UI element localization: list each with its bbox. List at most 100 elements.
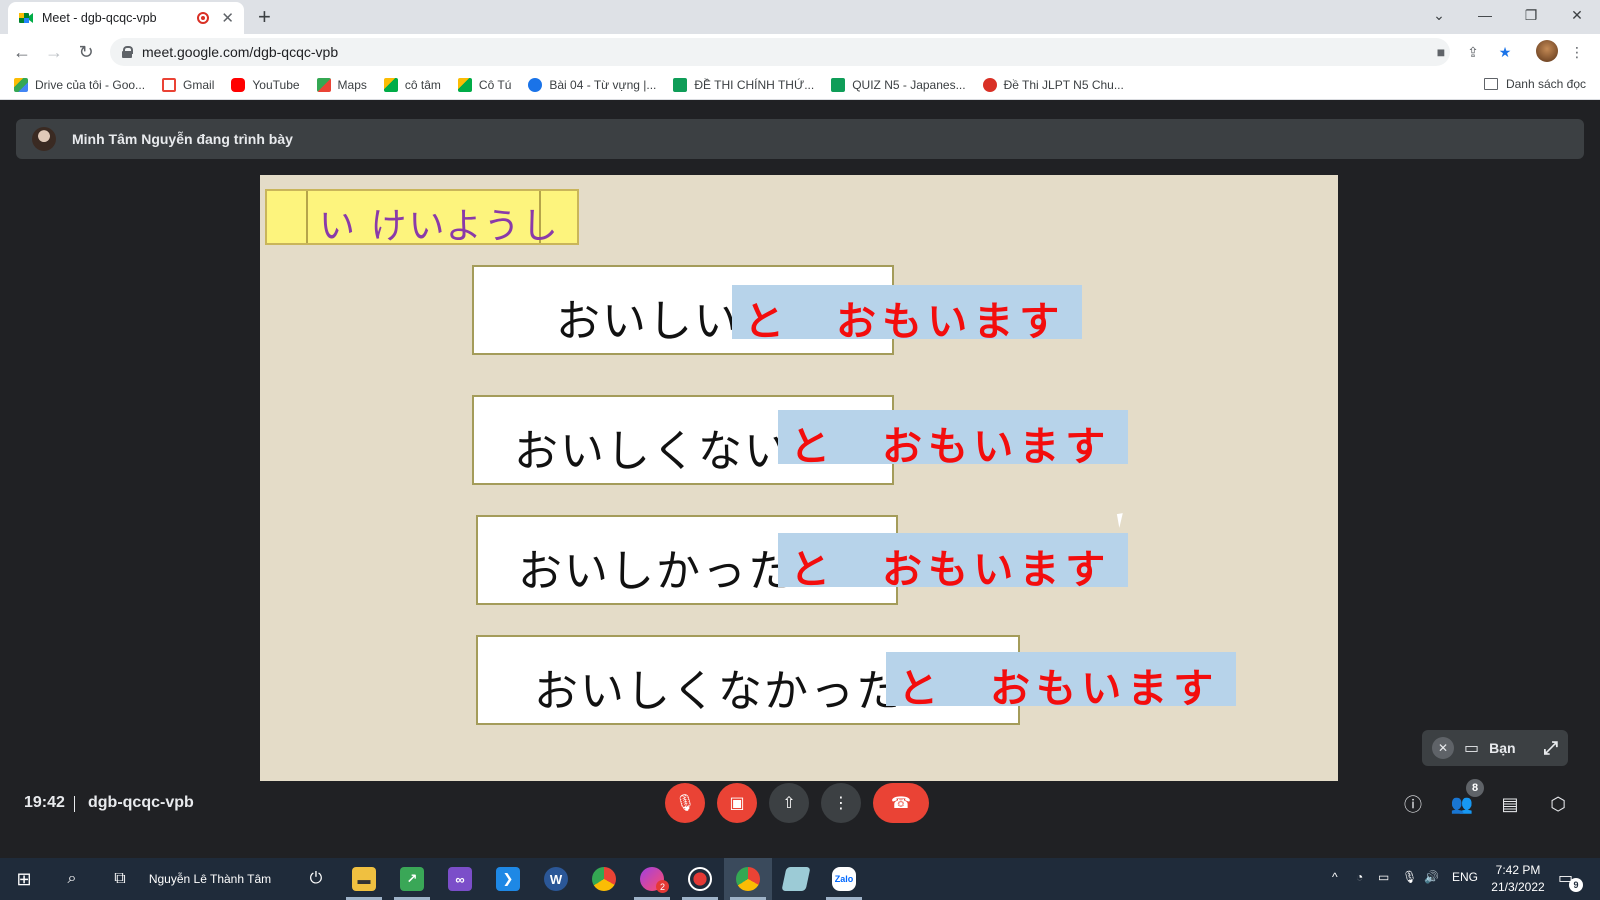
microphone-toggle-button[interactable]: 🎙 bbox=[665, 783, 705, 823]
profile-avatar[interactable] bbox=[1536, 40, 1558, 62]
menu-dots-icon[interactable]: ⋮ bbox=[1568, 43, 1586, 61]
divider bbox=[74, 796, 75, 812]
vscode-app[interactable]: ❯ bbox=[484, 858, 532, 900]
recording-indicator-icon bbox=[197, 12, 210, 24]
meet-icon bbox=[383, 77, 398, 92]
tab-search-icon[interactable]: ⌄ bbox=[1416, 0, 1462, 30]
phrase-suffix: と おもいます bbox=[744, 299, 1066, 345]
reading-list-icon bbox=[1483, 78, 1498, 90]
reload-icon[interactable]: ↻ bbox=[74, 40, 98, 64]
close-window-button[interactable]: ✕ bbox=[1554, 0, 1600, 30]
presenter-avatar bbox=[32, 127, 56, 151]
phrase-suffix: と おもいます bbox=[790, 547, 1112, 593]
windows-taskbar: ⊞ ⌕ ⧉ Nguyễn Lê Thành Tâm ⏻ ▬ ↗ ∞ ❯ W 2 … bbox=[0, 858, 1600, 900]
start-button[interactable]: ⊞ bbox=[0, 858, 48, 900]
messenger-badge: 2 bbox=[656, 880, 669, 893]
drive-icon bbox=[14, 77, 28, 92]
battery-icon[interactable]: ▭ bbox=[1378, 870, 1389, 884]
chrome-app-active[interactable] bbox=[724, 858, 772, 900]
tab-title: Meet - dgb-qcqc-vpb bbox=[42, 11, 157, 25]
bookmark-de-thi[interactable]: ĐỀ THI CHÍNH THỨ... bbox=[673, 77, 814, 92]
phrase-suffix-highlight: と おもいます bbox=[778, 410, 1128, 470]
more-vert-icon: ⋮ bbox=[833, 795, 849, 812]
bookmark-co-tu[interactable]: Cô Tú bbox=[457, 77, 511, 92]
call-controls-bar: 19:42 dgb-qcqc-vpb 🎙 ▣ ⇧ ⋮ ☎ ⓘ 👥 8 ▤ ⬡ bbox=[0, 763, 1600, 858]
chat-icon[interactable]: ▤ bbox=[1498, 792, 1522, 816]
restore-button[interactable]: ❐ bbox=[1508, 0, 1554, 30]
bookmark-maps[interactable]: Maps bbox=[316, 77, 367, 92]
app-shortcut[interactable]: ↗ bbox=[388, 858, 436, 900]
address-bar[interactable]: meet.google.com/dgb-qcqc-vpb bbox=[110, 38, 1450, 66]
gmail-icon bbox=[162, 77, 177, 92]
recorder-app[interactable] bbox=[676, 858, 724, 900]
camera-off-icon: ▣ bbox=[729, 795, 745, 812]
phrase-suffix-highlight: と おもいます bbox=[778, 533, 1128, 593]
share-icon[interactable]: ⇪ bbox=[1464, 43, 1482, 61]
reading-list-button[interactable]: Danh sách đọc bbox=[1483, 77, 1586, 91]
phrase-suffix-highlight: と おもいます bbox=[732, 285, 1082, 345]
meeting-details-icon[interactable]: ⓘ bbox=[1401, 792, 1425, 816]
mic-off-icon: 🎙 bbox=[674, 795, 696, 812]
file-explorer-app[interactable]: ▬ bbox=[340, 858, 388, 900]
maps-icon bbox=[316, 77, 331, 92]
taskbar-user-name: Nguyễn Lê Thành Tâm bbox=[148, 872, 272, 886]
presenter-text: Minh Tâm Nguyễn đang trình bày bbox=[72, 131, 293, 147]
camera-permission-icon[interactable]: ■ bbox=[1432, 43, 1450, 61]
more-options-button[interactable]: ⋮ bbox=[821, 783, 861, 823]
app-shortcut[interactable]: W bbox=[532, 858, 580, 900]
lock-icon bbox=[122, 46, 133, 58]
camera-off-icon: ▭ bbox=[1464, 740, 1480, 757]
bookmark-bai-04[interactable]: Bài 04 - Từ vựng |... bbox=[528, 77, 656, 92]
present-screen-button[interactable]: ⇧ bbox=[769, 783, 809, 823]
tab-close-icon[interactable]: ✕ bbox=[221, 9, 234, 27]
self-label: Bạn bbox=[1489, 740, 1516, 756]
bookmark-co-tam[interactable]: cô tâm bbox=[383, 77, 441, 92]
app-icon: ↗ bbox=[400, 867, 424, 891]
leave-call-button[interactable]: ☎ bbox=[873, 783, 929, 823]
activities-icon[interactable]: ⬡ bbox=[1546, 792, 1570, 816]
notification-count: 9 bbox=[1569, 878, 1583, 892]
camera-toggle-button[interactable]: ▣ bbox=[717, 783, 757, 823]
record-icon bbox=[688, 867, 712, 891]
back-arrow-icon[interactable]: ← bbox=[10, 40, 34, 64]
phrase-suffix: と おもいます bbox=[898, 666, 1220, 712]
bookmark-drive[interactable]: Drive của tôi - Goo... bbox=[14, 77, 145, 92]
phrase-base: おいしくなかった bbox=[534, 666, 902, 717]
power-icon[interactable]: ⏻ bbox=[292, 858, 340, 900]
search-icon[interactable]: ⌕ bbox=[48, 858, 96, 900]
clock-time: 7:42 PM bbox=[1495, 863, 1541, 877]
input-language[interactable]: ENG bbox=[1452, 870, 1478, 884]
present-icon: ⇧ bbox=[782, 795, 796, 812]
chrome-app[interactable] bbox=[580, 858, 628, 900]
network-icon[interactable]: ◔ bbox=[1356, 870, 1363, 884]
app-shortcut[interactable] bbox=[772, 858, 820, 900]
minimize-button[interactable]: — bbox=[1462, 0, 1508, 30]
zalo-app[interactable]: Zalo bbox=[820, 858, 868, 900]
notification-center-icon[interactable]: ▭ 9 bbox=[1558, 868, 1583, 892]
hang-up-icon: ☎ bbox=[891, 795, 911, 812]
tray-chevron-icon[interactable]: ^ bbox=[1332, 870, 1338, 884]
site-icon bbox=[528, 77, 543, 92]
youtube-icon bbox=[231, 77, 246, 92]
volume-icon[interactable]: 🔊 bbox=[1424, 870, 1439, 884]
new-tab-button[interactable]: + bbox=[258, 4, 271, 30]
forward-arrow-icon[interactable]: → bbox=[42, 40, 66, 64]
expand-icon[interactable]: ⤢ bbox=[1544, 738, 1558, 759]
bookmark-star-icon[interactable]: ★ bbox=[1496, 43, 1514, 61]
bookmark-gmail[interactable]: Gmail bbox=[162, 77, 214, 92]
microphone-tray-icon[interactable]: 🎙 bbox=[1402, 870, 1417, 884]
taskbar-clock[interactable]: 7:42 PM 21/3/2022 bbox=[1488, 862, 1548, 896]
site-icon bbox=[982, 77, 997, 92]
presenter-banner: Minh Tâm Nguyễn đang trình bày bbox=[16, 119, 1584, 159]
task-view-icon[interactable]: ⧉ bbox=[96, 858, 144, 900]
bookmark-youtube[interactable]: YouTube bbox=[231, 77, 300, 92]
browser-toolbar: ← → ↻ meet.google.com/dgb-qcqc-vpb ■ ⇪ ★… bbox=[0, 34, 1600, 70]
phrase-base: おいしくない bbox=[514, 426, 790, 477]
messenger-app[interactable]: 2 bbox=[628, 858, 676, 900]
self-view-tile[interactable]: ✕ ▭ Bạn ⤢ bbox=[1422, 730, 1568, 766]
tab-meet[interactable]: Meet - dgb-qcqc-vpb ✕ bbox=[8, 2, 244, 34]
bookmark-jlpt-n5[interactable]: Đề Thi JLPT N5 Chu... bbox=[982, 77, 1124, 92]
participants-badge: 8 bbox=[1466, 779, 1484, 797]
bookmark-quiz-n5[interactable]: QUIZ N5 - Japanes... bbox=[831, 77, 966, 92]
visual-studio-app[interactable]: ∞ bbox=[436, 858, 484, 900]
